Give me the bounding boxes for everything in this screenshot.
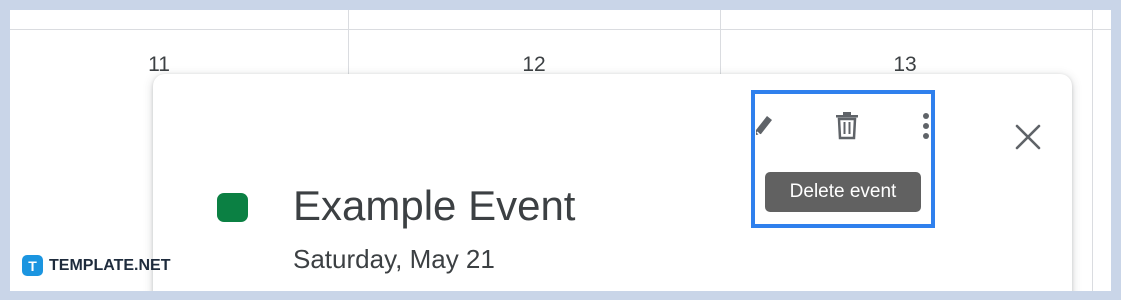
event-title: Example Event — [293, 182, 576, 229]
brand-mark-icon: T — [22, 255, 43, 276]
pencil-icon — [756, 116, 772, 136]
more-vert-icon — [923, 113, 929, 139]
event-date: Saturday, May 21 — [293, 244, 495, 274]
calendar-screenshot: 11 12 13 Delete event Example Event Satu… — [10, 10, 1111, 291]
delete-event-tooltip: Delete event — [765, 172, 921, 212]
edit-event-button[interactable] — [751, 110, 775, 140]
template-net-logo: T TEMPLATE.NET — [22, 255, 170, 276]
day-column-divider — [1092, 10, 1093, 291]
more-options-button[interactable] — [919, 110, 933, 142]
close-button[interactable] — [1013, 122, 1043, 152]
event-details-popover: Delete event Example Event Saturday, May… — [153, 74, 1072, 291]
trash-icon — [836, 112, 858, 140]
brand-name: TEMPLATE.NET — [49, 256, 171, 274]
week-row-divider — [10, 29, 1111, 30]
event-color-chip — [217, 193, 248, 222]
close-icon — [1015, 124, 1041, 150]
delete-event-button[interactable] — [833, 110, 861, 140]
